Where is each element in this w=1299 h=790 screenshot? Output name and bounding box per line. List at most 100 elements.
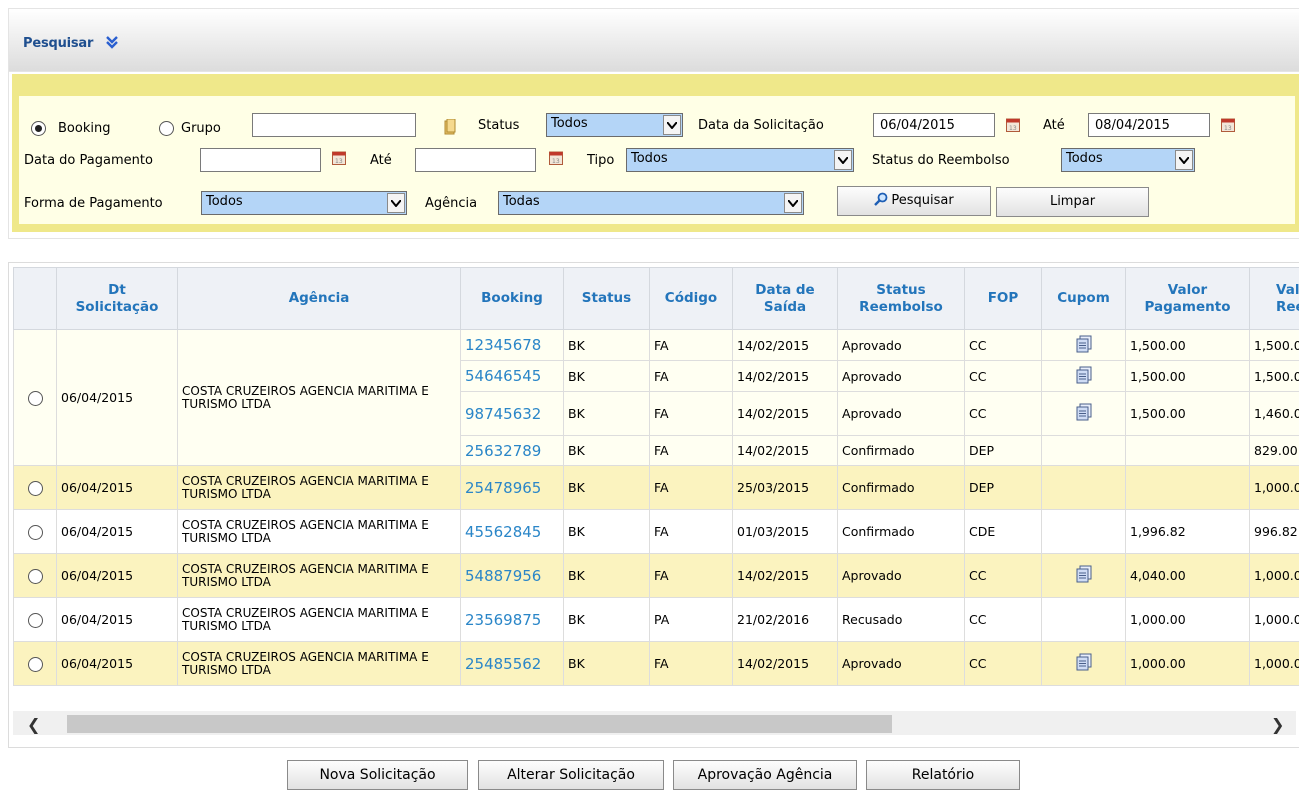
radio-booking[interactable] <box>31 121 46 136</box>
search-panel-header: Pesquisar <box>8 8 1299 72</box>
row-select[interactable] <box>14 466 57 510</box>
col-data-saida[interactable]: Data deSaída <box>733 268 838 330</box>
cell-codigo: FA <box>650 466 733 510</box>
chevron-down-icon[interactable] <box>784 193 802 213</box>
document-copy-icon[interactable] <box>1076 653 1092 671</box>
scrollbar-thumb[interactable] <box>67 715 892 733</box>
col-valor-reembolso[interactable]: ValorReembolso <box>1250 268 1299 330</box>
cell-dt: 06/04/2015 <box>57 598 178 642</box>
booking-link[interactable]: 25632789 <box>461 436 564 466</box>
chevron-down-icon[interactable] <box>663 115 681 135</box>
booking-link[interactable]: 23569875 <box>461 598 564 642</box>
cell-valor-reembolso: 1,000.00 <box>1250 642 1299 686</box>
calendar-icon[interactable]: 13 <box>332 150 346 165</box>
status-label: Status <box>478 118 519 133</box>
table-row: 06/04/2015 COSTA CRUZEIROS AGENCIA MARIT… <box>14 466 1299 510</box>
search-panel-title[interactable]: Pesquisar <box>23 36 93 51</box>
booking-link[interactable]: 45562845 <box>461 510 564 554</box>
radio-grupo[interactable] <box>159 121 174 136</box>
table-row: 06/04/2015 COSTA CRUZEIROS AGENCIA MARIT… <box>14 330 1299 361</box>
cell-valor-pagamento <box>1126 436 1250 466</box>
cell-status-reembolso: Confirmado <box>838 466 965 510</box>
scroll-left-icon[interactable]: ❮ <box>27 715 40 734</box>
col-agencia[interactable]: Agência <box>178 268 461 330</box>
limpar-button-label: Limpar <box>1050 194 1095 209</box>
double-chevron-down-icon[interactable] <box>104 34 120 50</box>
cell-fop: CC <box>965 392 1042 436</box>
cell-fop: CC <box>965 361 1042 392</box>
row-radio[interactable] <box>28 391 43 406</box>
col-status[interactable]: Status <box>564 268 650 330</box>
data-solicitacao-ate-label: Até <box>1043 118 1065 133</box>
document-copy-icon[interactable] <box>1076 403 1092 421</box>
cell-status: BK <box>564 330 650 361</box>
data-pagamento-de-input[interactable] <box>200 148 321 172</box>
table-row: 06/04/2015 COSTA CRUZEIROS AGENCIA MARIT… <box>14 642 1299 686</box>
horizontal-scrollbar[interactable]: ❮ ❯ <box>13 711 1296 735</box>
cell-valor-pagamento: 1,500.00 <box>1126 330 1250 361</box>
col-status-reembolso[interactable]: StatusReembolso <box>838 268 965 330</box>
cell-cupom <box>1042 330 1126 361</box>
booking-link[interactable]: 12345678 <box>461 330 564 361</box>
cell-valor-pagamento <box>1126 466 1250 510</box>
booking-link[interactable]: 54646545 <box>461 361 564 392</box>
table-header-row: DtSolicitação Agência Booking Status Cód… <box>14 268 1299 330</box>
cell-codigo: FA <box>650 361 733 392</box>
data-solicitacao-ate-input[interactable] <box>1088 113 1210 137</box>
book-lookup-icon[interactable] <box>444 119 456 135</box>
pesquisar-button[interactable]: Pesquisar <box>837 186 991 216</box>
cell-status: BK <box>564 392 650 436</box>
cell-codigo: PA <box>650 598 733 642</box>
scroll-right-icon[interactable]: ❯ <box>1271 715 1284 734</box>
cell-cupom <box>1042 598 1126 642</box>
col-cupom[interactable]: Cupom <box>1042 268 1126 330</box>
col-booking[interactable]: Booking <box>461 268 564 330</box>
row-select[interactable] <box>14 642 57 686</box>
aprovacao-agencia-label: Aprovação Agência <box>698 767 833 783</box>
data-solicitacao-de-input[interactable] <box>873 113 995 137</box>
row-radio[interactable] <box>28 481 43 496</box>
grupo-input[interactable] <box>252 113 416 137</box>
booking-link[interactable]: 25485562 <box>461 642 564 686</box>
col-codigo[interactable]: Código <box>650 268 733 330</box>
row-radio[interactable] <box>28 657 43 672</box>
agencia-select[interactable]: Todas <box>498 191 804 215</box>
chevron-down-icon[interactable] <box>834 150 852 170</box>
row-select[interactable] <box>14 330 57 466</box>
chevron-down-icon[interactable] <box>1175 150 1193 170</box>
cell-saida: 14/02/2015 <box>733 436 838 466</box>
calendar-icon[interactable]: 13 <box>549 150 563 165</box>
col-fop[interactable]: FOP <box>965 268 1042 330</box>
booking-link[interactable]: 25478965 <box>461 466 564 510</box>
booking-link[interactable]: 54887956 <box>461 554 564 598</box>
row-radio[interactable] <box>28 569 43 584</box>
row-select[interactable] <box>14 598 57 642</box>
col-dt-solicitacao[interactable]: DtSolicitação <box>57 268 178 330</box>
cell-cupom <box>1042 554 1126 598</box>
row-select[interactable] <box>14 554 57 598</box>
booking-link[interactable]: 98745632 <box>461 392 564 436</box>
calendar-icon[interactable]: 13 <box>1006 117 1020 132</box>
row-select[interactable] <box>14 510 57 554</box>
cell-valor-pagamento: 1,000.00 <box>1126 642 1250 686</box>
document-copy-icon[interactable] <box>1076 565 1092 583</box>
calendar-icon[interactable]: 13 <box>1221 117 1235 132</box>
row-radio[interactable] <box>28 613 43 628</box>
row-radio[interactable] <box>28 525 43 540</box>
svg-text:13: 13 <box>335 158 343 165</box>
data-pagamento-ate-input[interactable] <box>415 148 536 172</box>
forma-pagamento-select[interactable]: Todos <box>201 191 407 215</box>
status-reembolso-select[interactable]: Todos <box>1061 148 1195 172</box>
document-copy-icon[interactable] <box>1076 366 1092 384</box>
document-copy-icon[interactable] <box>1076 335 1092 353</box>
nova-solicitacao-label: Nova Solicitação <box>319 767 435 783</box>
tipo-select[interactable]: Todos <box>626 148 854 172</box>
results-grid: DtSolicitação Agência Booking Status Cód… <box>8 262 1299 748</box>
svg-text:13: 13 <box>552 158 560 165</box>
col-valor-pagamento[interactable]: ValorPagamento <box>1126 268 1250 330</box>
cell-codigo: FA <box>650 392 733 436</box>
chevron-down-icon[interactable] <box>387 193 405 213</box>
cell-valor-reembolso: 996.82 <box>1250 510 1299 554</box>
limpar-button[interactable]: Limpar <box>996 187 1149 217</box>
status-select[interactable]: Todos <box>546 113 683 137</box>
